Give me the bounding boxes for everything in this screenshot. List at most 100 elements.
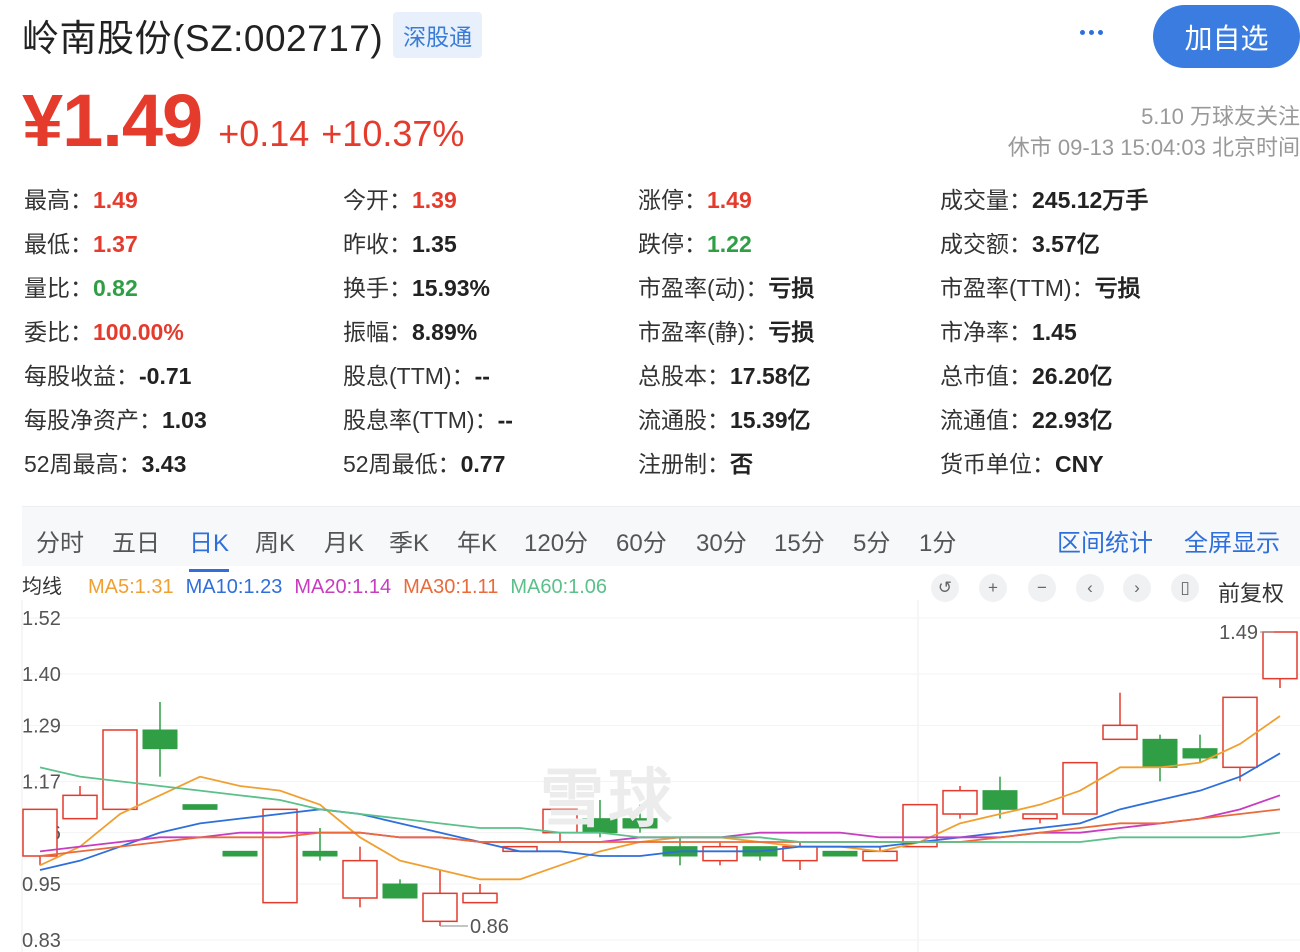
scroll-right-icon[interactable]: › — [1123, 574, 1151, 602]
candle-body — [262, 808, 298, 904]
ma-legend-item: MA5:1.31 — [88, 576, 174, 598]
candle-down — [982, 776, 1018, 819]
candle-body — [1262, 631, 1298, 680]
tab-period[interactable]: 季K — [389, 523, 429, 558]
stat-label: 货币单位： — [940, 451, 1055, 477]
candle-down — [1142, 734, 1178, 782]
stat-label: 今开： — [343, 187, 412, 213]
stat-value: -- — [497, 407, 513, 433]
candle-up — [1022, 813, 1058, 824]
price-change: +0.14 — [218, 113, 310, 154]
undo-icon[interactable]: ↺ — [931, 574, 959, 602]
tab-period[interactable]: 五日 — [112, 523, 160, 558]
range-stats-link[interactable]: 区间统计 — [1057, 523, 1153, 558]
candle-down — [1182, 734, 1218, 763]
stat-value: 15.39亿 — [730, 407, 811, 433]
tab-period[interactable]: 30分 — [696, 523, 747, 558]
more-options-icon[interactable] — [1072, 14, 1110, 50]
candle-body — [142, 729, 178, 750]
candle-body — [702, 845, 738, 862]
stat-item: 每股收益：-0.71 — [24, 357, 191, 391]
stat-value: -- — [474, 363, 490, 389]
ma-legend: 均线 MA5:1.31 MA10:1.23 MA20:1.14 MA30:1.11 MA6… — [22, 570, 619, 600]
period-tabs: 分时 五日 日K 周K 月K 季K 年K 120分 60分 30分 15分 5分 1分 区间统计 全屏显示 — [22, 506, 1300, 572]
stock-header: 岭南股份(SZ:002717) 深股通 — [22, 8, 483, 62]
stat-value: 100.00% — [93, 319, 184, 345]
stat-item: 昨收：1.35 — [343, 225, 457, 259]
candle-body — [102, 729, 138, 811]
stat-item: 流通值：22.93亿 — [940, 401, 1113, 435]
stat-item: 货币单位：CNY — [940, 445, 1104, 479]
price-row: ¥1.49 +0.14 +10.37% — [22, 78, 464, 163]
tab-period[interactable]: 日K — [189, 523, 230, 572]
stat-value: 1.45 — [1032, 319, 1077, 345]
stat-value: 否 — [730, 451, 753, 477]
kline-chart[interactable]: 1.521.401.291.171.060.950.831.490.86 雪球 — [0, 600, 1300, 952]
stat-label: 52周最高： — [24, 451, 142, 477]
stat-label: 市盈率(静)： — [638, 319, 769, 345]
tab-period[interactable]: 1分 — [919, 523, 956, 558]
candle-body — [302, 850, 338, 857]
tab-period[interactable]: 15分 — [774, 523, 825, 558]
tab-period[interactable]: 60分 — [616, 523, 667, 558]
stat-value: 1.35 — [412, 231, 457, 257]
stat-item: 成交额：3.57亿 — [940, 225, 1100, 259]
price-change-pct: +10.37% — [321, 113, 465, 154]
candle-up — [462, 884, 498, 904]
candle-body — [62, 794, 98, 820]
stat-item: 涨停：1.49 — [638, 181, 752, 215]
stat-value: 1.03 — [162, 407, 207, 433]
candle-body — [382, 883, 418, 899]
ma-legend-item: MA60:1.06 — [510, 576, 608, 598]
zoom-out-icon[interactable]: − — [1028, 574, 1056, 602]
stat-item: 总市值：26.20亿 — [940, 357, 1113, 391]
stat-label: 跌停： — [638, 231, 707, 257]
tab-period[interactable]: 周K — [255, 523, 295, 558]
add-watchlist-button[interactable]: 加自选 — [1153, 5, 1300, 68]
candle-down — [742, 846, 778, 861]
candle-up — [422, 870, 458, 926]
tab-period[interactable]: 120分 — [524, 523, 588, 558]
fullscreen-link[interactable]: 全屏显示 — [1184, 523, 1280, 558]
candle-down — [182, 804, 218, 810]
candle-body — [1142, 738, 1178, 768]
stat-label: 股息(TTM)： — [343, 363, 475, 389]
stat-value: 1.22 — [707, 231, 752, 257]
market-status: 休市 09-13 15:04:03 北京时间 — [1007, 135, 1300, 160]
stat-value: 245.12万手 — [1032, 187, 1149, 213]
stat-label: 市净率： — [940, 319, 1032, 345]
tab-period[interactable]: 5分 — [853, 523, 890, 558]
ma-legend-item: MA20:1.14 — [294, 576, 392, 598]
stat-value: 15.93% — [412, 275, 491, 301]
connect-tag[interactable]: 深股通 — [393, 12, 483, 58]
stat-label: 市盈率(TTM)： — [940, 275, 1095, 301]
tab-period[interactable]: 月K — [324, 523, 364, 558]
tab-period[interactable]: 年K — [457, 523, 497, 558]
tab-period[interactable]: 分时 — [36, 523, 84, 558]
zoom-in-icon[interactable]: + — [979, 574, 1007, 602]
stat-item: 总股本：17.58亿 — [638, 357, 811, 391]
candle-down — [382, 879, 418, 899]
candle-body — [1022, 813, 1058, 820]
stat-item: 市净率：1.45 — [940, 313, 1077, 347]
stat-label: 涨停： — [638, 187, 707, 213]
candle-body — [1062, 761, 1098, 815]
stat-item: 跌停：1.22 — [638, 225, 752, 259]
candle-style-icon[interactable]: ▯ — [1171, 574, 1199, 602]
candle-body — [22, 808, 58, 857]
scroll-left-icon[interactable]: ‹ — [1076, 574, 1104, 602]
stat-item: 52周最低：0.77 — [343, 445, 505, 479]
stat-value: 1.49 — [93, 187, 138, 213]
candle-body — [1102, 724, 1138, 741]
stat-item: 52周最高：3.43 — [24, 445, 186, 479]
candle-up — [62, 786, 98, 820]
watermark-logo: 雪球 — [540, 763, 676, 835]
y-tick-label: 1.29 — [22, 715, 61, 737]
stock-title: 岭南股份(SZ:002717) — [22, 18, 384, 59]
stat-value: 0.82 — [93, 275, 138, 301]
candle-up — [1262, 631, 1298, 688]
ma-legend-item: MA30:1.11 — [403, 576, 499, 598]
ma-legend-item: MA10:1.23 — [185, 576, 283, 598]
candle-up — [1102, 692, 1138, 741]
stat-item: 流通股：15.39亿 — [638, 401, 811, 435]
